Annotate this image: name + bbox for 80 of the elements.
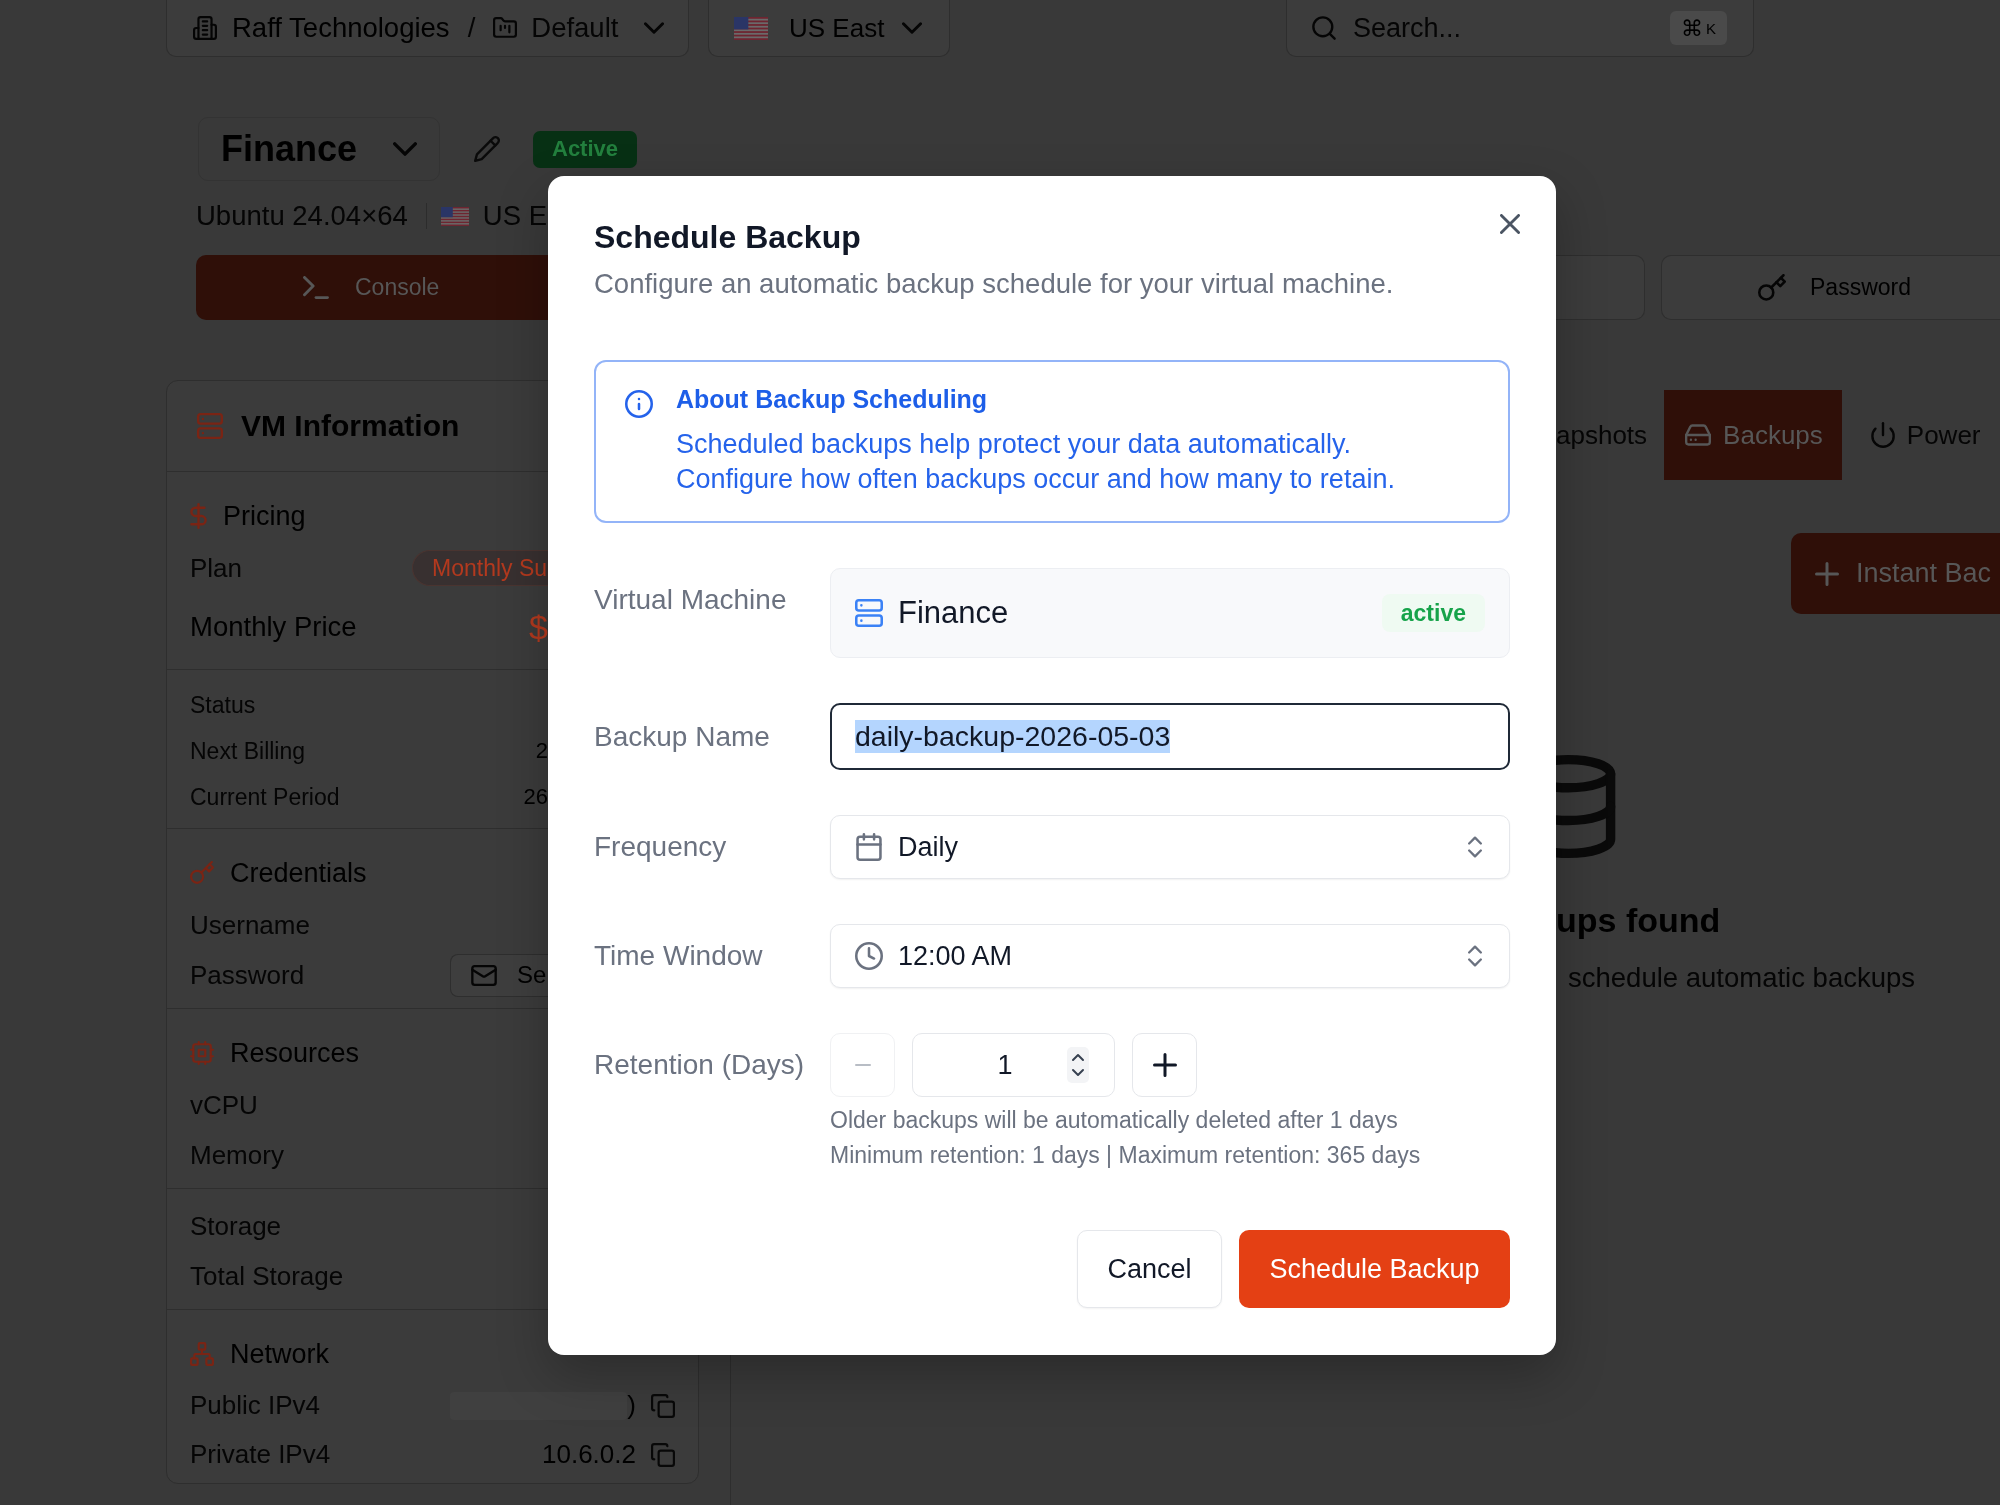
help-text: Minimum retention: 1 days | Maximum retention: 365 days [830, 1141, 1422, 1170]
help-text: Older backups will be automatically deleted after 1 days [830, 1106, 1399, 1135]
status-badge: active [1381, 594, 1485, 632]
flag-icon [734, 16, 768, 40]
info-title: About Backup Scheduling [676, 384, 989, 415]
pencil-icon[interactable] [474, 136, 500, 162]
spin-arrows-icon[interactable] [1067, 1047, 1089, 1083]
field-value: 10.6.0.2 [542, 1439, 636, 1470]
backup-name-input[interactable]: daily-backup-2026-05-03 [830, 703, 1510, 770]
section-title: Resources [230, 1037, 360, 1069]
region-selector[interactable]: US East [708, 0, 950, 57]
field-label: Backup Name [594, 720, 771, 753]
select-field[interactable]: 12:00 AM [830, 924, 1510, 988]
clock-icon [855, 942, 883, 970]
dialog-title: Schedule Backup [594, 219, 862, 255]
power-icon [1870, 422, 1895, 448]
chip-icon [190, 1041, 214, 1065]
instant-backup-button[interactable]: Instant Bac [1791, 533, 2000, 614]
vm-name-selector[interactable]: Finance [198, 117, 440, 181]
terminal-icon [303, 276, 329, 299]
network-icon [190, 1342, 214, 1366]
cancel-button[interactable]: Cancel [1077, 1230, 1222, 1308]
section-title: Credentials [230, 857, 367, 889]
dialog-description: Configure an automatic backup schedule for your virtual machine. [594, 268, 1395, 300]
building-icon [193, 16, 217, 40]
section-title: Network [230, 1338, 330, 1370]
close-button[interactable] [1500, 214, 1520, 234]
plan-badge: Monthly Su [412, 550, 548, 586]
key-icon [190, 861, 214, 885]
toolbar-button[interactable] [1556, 255, 1645, 320]
mail-icon [471, 964, 497, 986]
password-button[interactable]: Password [1661, 255, 2000, 320]
search-placeholder: Search... [1353, 12, 1462, 44]
copy-icon[interactable] [651, 1393, 675, 1418]
field-label: Monthly Price [190, 611, 357, 643]
search-icon [1311, 15, 1337, 41]
schedule-backup-button[interactable]: Schedule Backup [1239, 1230, 1510, 1308]
up-down-chevron-icon [1468, 836, 1482, 858]
folder-icon [493, 16, 518, 40]
organization-link[interactable]: Raff Technologies [232, 12, 450, 44]
key-icon [1758, 273, 1786, 302]
project-link[interactable]: Default [531, 12, 619, 44]
chevron-down-icon [902, 22, 922, 34]
up-down-chevron-icon [1468, 945, 1482, 967]
flag-icon [440, 206, 469, 226]
field-label: Frequency [594, 831, 728, 863]
card-title: VM Information [241, 409, 460, 443]
field-value: 26 [523, 784, 548, 810]
number-input[interactable]: 1 [912, 1033, 1115, 1097]
section-title: Pricing [223, 500, 306, 532]
plus-icon [1152, 1053, 1177, 1077]
server-icon [197, 413, 223, 439]
empty-state-title: ups found [1556, 900, 1722, 941]
field-value: ) [627, 1390, 636, 1421]
info-text: Scheduled backups help protect your data automatically. [676, 428, 1352, 461]
drive-icon [1685, 424, 1712, 446]
price-value: $ [529, 607, 548, 647]
copy-icon[interactable] [651, 1442, 675, 1467]
search-field[interactable]: Search... ⌘K [1286, 0, 1754, 57]
breadcrumb-separator: / [467, 12, 476, 44]
select-field[interactable]: Daily [830, 815, 1510, 879]
increase-button[interactable] [1132, 1033, 1197, 1097]
info-icon [625, 390, 653, 418]
field-label: Virtual Machine [594, 584, 788, 616]
server-icon [855, 599, 883, 627]
tab[interactable]: Backups [1664, 390, 1842, 480]
chevron-down-icon [393, 142, 417, 156]
send-button[interactable]: Se [450, 953, 548, 997]
field-label: Time Window [594, 940, 764, 972]
dollar-icon [190, 503, 207, 529]
chevron-down-icon [644, 22, 664, 34]
plus-icon [1815, 561, 1839, 586]
field-label: Retention (Days) [594, 1049, 806, 1081]
info-text: Configure how often backups occur and how many to retain. [676, 463, 1395, 496]
vm-name: Finance [898, 595, 1009, 631]
console-button[interactable]: Console [196, 255, 548, 320]
close-icon [1500, 214, 1520, 234]
status-badge: Active [533, 130, 638, 168]
keyboard-shortcut: ⌘K [1670, 11, 1727, 45]
calendar-icon [855, 833, 883, 861]
